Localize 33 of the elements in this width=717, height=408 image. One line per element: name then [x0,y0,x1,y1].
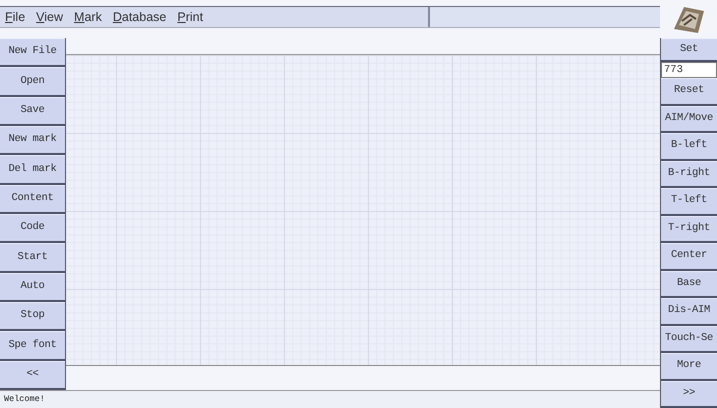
side-button[interactable]: Save [0,96,65,126]
status-text: Welcome! [4,393,45,406]
side-button[interactable]: B-right [661,160,717,188]
side-button[interactable]: More [661,353,717,380]
side-button[interactable]: T-left [661,188,717,216]
side-button[interactable]: Code [0,214,65,244]
drawing-grid[interactable] [66,55,660,365]
menu-item[interactable]: View [36,10,64,24]
side-button[interactable]: New mark [0,126,65,156]
side-button[interactable]: Open [0,67,65,97]
side-button[interactable]: Auto [0,272,65,302]
side-button[interactable]: >> [661,380,717,408]
side-button[interactable]: New File [0,38,65,68]
side-button[interactable]: Base [661,270,717,298]
side-button[interactable]: AIM/Move [661,106,717,133]
side-button[interactable]: Start [0,243,65,273]
menu-item[interactable]: Database [112,10,166,24]
side-button[interactable]: Dis-AIM [661,298,717,326]
side-button[interactable]: B-left [661,133,717,160]
side-button[interactable]: Content [0,184,65,214]
side-button[interactable]: Stop [0,302,65,332]
side-button[interactable]: << [0,360,65,390]
side-button[interactable]: Del mark [0,155,65,185]
menu-item[interactable]: Mark [74,10,102,24]
side-button[interactable]: T-right [661,216,717,243]
side-button[interactable]: Set [661,38,717,62]
menu-item[interactable]: Print [177,10,204,24]
menu-item[interactable]: File [5,10,26,24]
side-button[interactable]: Center [661,243,717,270]
side-button[interactable]: Touch-Se [661,326,717,353]
side-button[interactable]: Reset [661,78,717,106]
side-button[interactable]: Spe font [0,331,65,361]
value-field[interactable]: 773 [661,62,717,78]
